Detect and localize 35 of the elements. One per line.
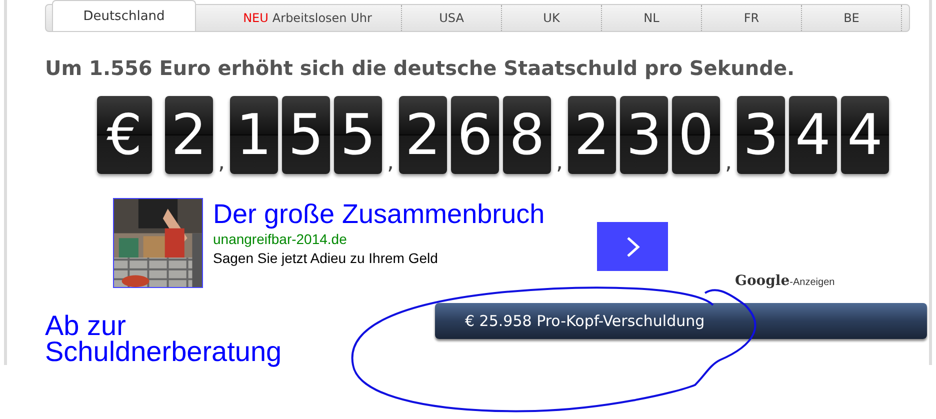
digit-card: 8 bbox=[503, 96, 551, 174]
digit-card: 6 bbox=[451, 96, 499, 174]
digit-card: 3 bbox=[737, 96, 785, 174]
country-tab[interactable]: NEU Arbeitslosen Uhr bbox=[214, 5, 402, 31]
country-tab[interactable]: BE bbox=[802, 5, 902, 31]
next-button[interactable] bbox=[597, 222, 668, 271]
country-tab[interactable]: FR bbox=[702, 5, 802, 31]
digit-card: 5 bbox=[334, 96, 382, 174]
digit-card: 1 bbox=[230, 96, 278, 174]
ads-label: -Anzeigen bbox=[790, 277, 835, 288]
digit-card: 2 bbox=[399, 96, 447, 174]
digit-card: 2 bbox=[165, 96, 213, 174]
digit-card: 4 bbox=[789, 96, 837, 174]
separator: , bbox=[217, 152, 226, 174]
headline: Um 1.556 Euro erhöht sich die deutsche Staatschuld pro Sekunde. bbox=[45, 56, 796, 80]
country-tab[interactable]: USA bbox=[402, 5, 502, 31]
google-logo: Google bbox=[735, 273, 790, 289]
digit-card: 3 bbox=[620, 96, 668, 174]
separator: , bbox=[386, 152, 395, 174]
ad-description: Sagen Sie jetzt Adieu zu Ihrem Geld bbox=[213, 250, 439, 266]
currency-card: € bbox=[97, 96, 152, 174]
debt-counseling-link[interactable]: Ab zur Schuldnerberatung bbox=[45, 313, 345, 365]
separator: , bbox=[555, 152, 564, 174]
per-capita-button[interactable]: € 25.958 Pro-Kopf-Verschuldung bbox=[435, 303, 927, 339]
digit-card: 5 bbox=[282, 96, 330, 174]
digit-card: 2 bbox=[568, 96, 616, 174]
country-tab[interactable]: NL bbox=[602, 5, 702, 31]
separator: , bbox=[724, 152, 733, 174]
digit-card: 0 bbox=[672, 96, 720, 174]
digit-card: 4 bbox=[841, 96, 889, 174]
country-tab[interactable]: UK bbox=[502, 5, 602, 31]
country-tab[interactable]: Deutschland bbox=[52, 0, 196, 31]
ad-url[interactable]: unangreifbar-2014.de bbox=[213, 231, 597, 247]
ad-title[interactable]: Der große Zusammenbruch bbox=[213, 198, 597, 230]
chevron-right-icon bbox=[626, 236, 640, 258]
